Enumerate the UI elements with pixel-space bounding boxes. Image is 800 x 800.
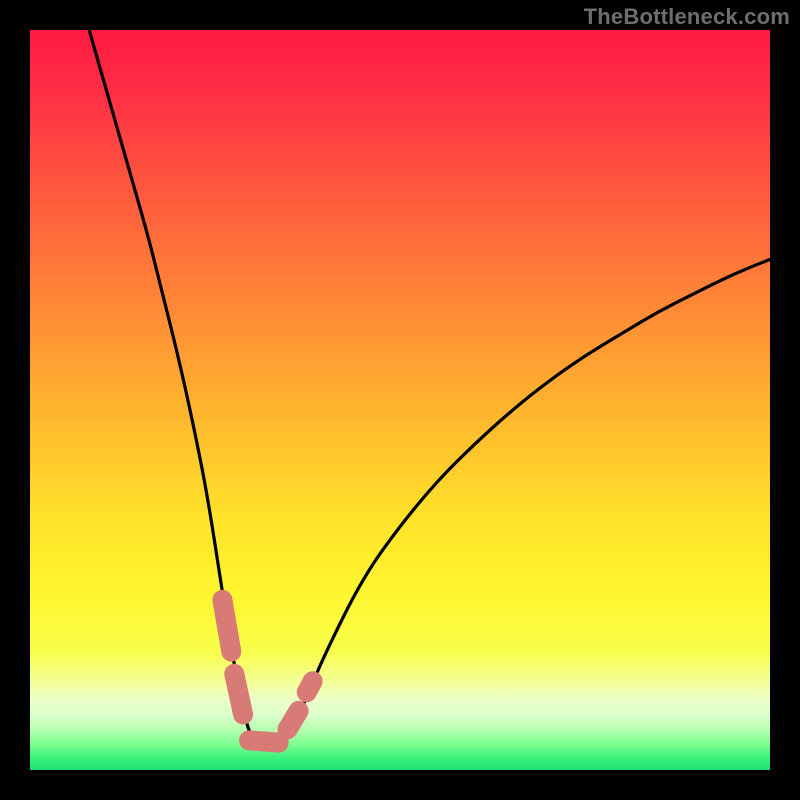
highlight-markers: [222, 600, 312, 743]
seg-left-upper: [222, 600, 231, 652]
seg-right-lower: [288, 711, 299, 730]
bottleneck-curve: [89, 30, 770, 745]
plot-area: [30, 30, 770, 770]
outer-frame: TheBottleneck.com: [0, 0, 800, 800]
curve-layer: [30, 30, 770, 770]
seg-bottom: [249, 740, 279, 742]
dot-right-upper: [307, 681, 313, 692]
seg-left-lower: [234, 674, 243, 715]
watermark-text: TheBottleneck.com: [584, 4, 790, 30]
